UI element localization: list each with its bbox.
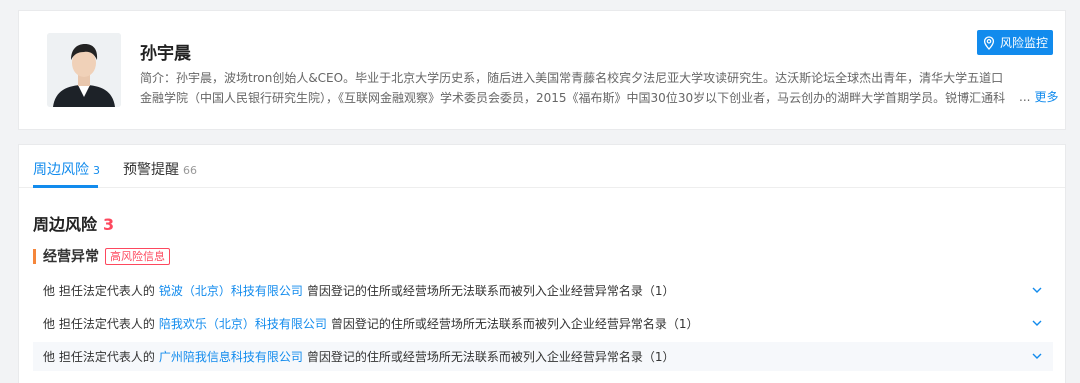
risk-prefix: 他 担任法定代表人的	[43, 317, 155, 331]
sub-section-title: 经营异常	[43, 249, 99, 265]
location-pin-icon	[982, 35, 996, 50]
risk-row[interactable]: 他 担任法定代表人的 陪我欢乐（北京）科技有限公司 曾因登记的住所或经营场所无法…	[33, 309, 1053, 338]
tab-label: 周边风险	[33, 162, 89, 178]
risk-suffix: 曾因登记的住所或经营场所无法联系而被列入企业经营异常名录（1）	[306, 350, 675, 364]
tab-bar: 周边风险 3 预警提醒 66	[19, 145, 1065, 188]
tab-label: 预警提醒	[123, 162, 179, 178]
more-container: ... 更多	[1015, 88, 1059, 105]
risk-badge: 高风险信息	[105, 247, 170, 265]
risk-suffix: 曾因登记的住所或经营场所无法联系而被列入企业经营异常名录（1）	[306, 284, 675, 298]
section-title-text: 周边风险	[33, 215, 98, 234]
risk-suffix: 曾因登记的住所或经营场所无法联系而被列入企业经营异常名录（1）	[330, 317, 699, 331]
risk-row[interactable]: 他 担任法定代表人的 广州陪我信息科技有限公司 曾因登记的住所或经营场所无法联系…	[33, 342, 1053, 371]
company-link[interactable]: 陪我欢乐（北京）科技有限公司	[159, 315, 327, 332]
more-link[interactable]: 更多	[1034, 90, 1058, 104]
company-link[interactable]: 广州陪我信息科技有限公司	[159, 348, 303, 365]
tab-count: 66	[183, 164, 197, 177]
risk-prefix: 他 担任法定代表人的	[43, 284, 155, 298]
bio-ellipsis: ...	[1019, 90, 1031, 104]
person-name: 孙宇晨	[140, 44, 191, 64]
main-card: 周边风险 3 预警提醒 66 周边风险 3 经营异常 高风险信息 他 担任法定代表人的…	[18, 144, 1066, 383]
section-marker	[33, 248, 36, 264]
avatar	[47, 33, 121, 107]
chevron-down-icon[interactable]	[1031, 284, 1043, 299]
bio: 简介：孙宇晨，波场tron创始人&CEO。毕业于北京大学历史系，随后进入美国常青…	[140, 68, 1055, 108]
section-title: 周边风险 3	[33, 211, 114, 235]
tab-warning-alert[interactable]: 预警提醒 66	[123, 159, 197, 179]
chevron-down-icon[interactable]	[1031, 317, 1043, 332]
risk-prefix: 他 担任法定代表人的	[43, 350, 155, 364]
active-tab-indicator	[33, 185, 98, 188]
sub-section-header: 经营异常 高风险信息	[33, 247, 170, 265]
risk-row[interactable]: 他 担任法定代表人的 锐波（北京）科技有限公司 曾因登记的住所或经营场所无法联系…	[33, 276, 1053, 305]
company-link[interactable]: 锐波（北京）科技有限公司	[159, 282, 303, 299]
risk-monitor-button[interactable]: 风险监控	[977, 30, 1053, 55]
section-count: 3	[103, 215, 115, 234]
bio-text: 简介：孙宇晨，波场tron创始人&CEO。毕业于北京大学历史系，随后进入美国常青…	[140, 71, 1006, 105]
tab-count: 3	[93, 164, 100, 177]
chevron-down-icon[interactable]	[1031, 350, 1043, 365]
risk-monitor-label: 风险监控	[999, 36, 1048, 50]
avatar-image	[47, 33, 121, 107]
tab-surrounding-risk[interactable]: 周边风险 3	[33, 159, 100, 179]
profile-card: 孙宇晨 简介：孙宇晨，波场tron创始人&CEO。毕业于北京大学历史系，随后进入…	[18, 10, 1066, 130]
